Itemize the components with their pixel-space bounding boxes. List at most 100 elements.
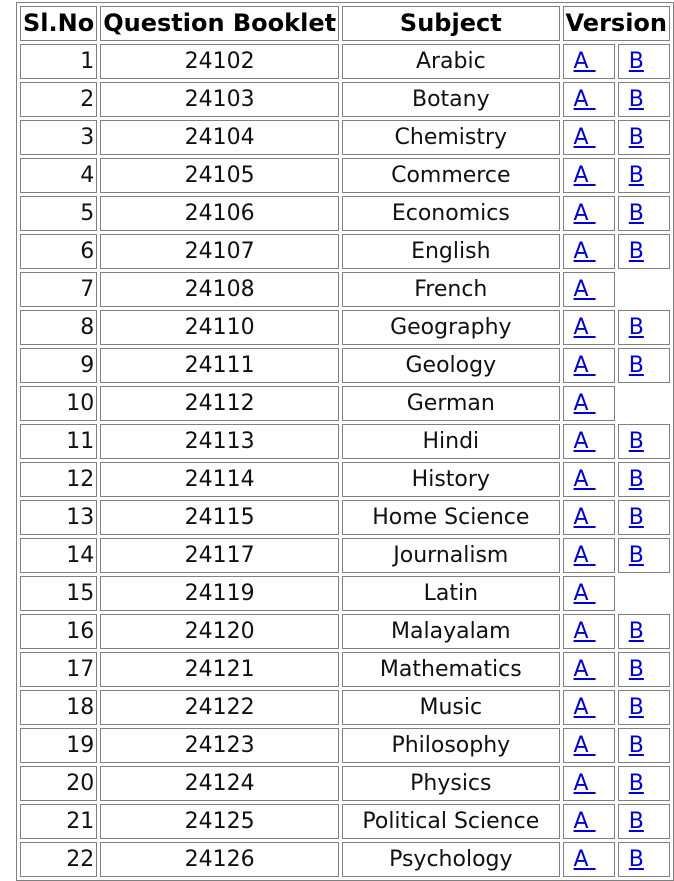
version-b-link[interactable]: B bbox=[629, 201, 644, 226]
version-a-link[interactable]: A bbox=[574, 429, 596, 454]
version-b-link[interactable]: B bbox=[629, 543, 644, 568]
version-a-link[interactable]: A bbox=[574, 163, 596, 188]
version-a-link[interactable]: A bbox=[574, 733, 596, 758]
version-a-link[interactable]: A bbox=[574, 49, 596, 74]
version-b-link[interactable]: B bbox=[629, 353, 644, 378]
subject-cell: Hindi bbox=[342, 424, 560, 459]
version-a-cell: A bbox=[562, 728, 615, 763]
sl-no-cell: 14 bbox=[20, 538, 98, 573]
version-b-link[interactable]: B bbox=[629, 163, 644, 188]
table-row: 9 24111 Geology A B bbox=[20, 348, 670, 383]
booklet-code-cell: 24112 bbox=[100, 386, 340, 421]
sl-no-cell: 5 bbox=[20, 196, 98, 231]
subject-cell: Commerce bbox=[342, 158, 560, 193]
version-b-empty-cell bbox=[618, 272, 670, 307]
subject-cell: Political Science bbox=[342, 804, 560, 839]
version-a-link[interactable]: A bbox=[574, 847, 596, 872]
table-row: 20 24124 Physics A B bbox=[20, 766, 670, 801]
sl-no-cell: 6 bbox=[20, 234, 98, 269]
version-a-cell: A bbox=[562, 120, 615, 155]
header-sl-no: Sl.No bbox=[20, 6, 98, 41]
version-a-link[interactable]: A bbox=[574, 87, 596, 112]
version-b-link[interactable]: B bbox=[629, 619, 644, 644]
sl-no-cell: 3 bbox=[20, 120, 98, 155]
version-a-cell: A bbox=[562, 766, 615, 801]
sl-no-cell: 20 bbox=[20, 766, 98, 801]
version-b-link[interactable]: B bbox=[629, 771, 644, 796]
version-b-cell: B bbox=[617, 804, 670, 839]
version-a-cell: A bbox=[562, 44, 615, 79]
version-b-cell: B bbox=[617, 728, 670, 763]
version-a-link[interactable]: A bbox=[574, 505, 596, 530]
version-a-link[interactable]: A bbox=[574, 771, 596, 796]
version-b-link[interactable]: B bbox=[629, 733, 644, 758]
version-b-cell: B bbox=[617, 690, 670, 725]
version-b-link[interactable]: B bbox=[629, 315, 644, 340]
subject-cell: Botany bbox=[342, 82, 560, 117]
booklet-code-cell: 24113 bbox=[100, 424, 340, 459]
version-a-link[interactable]: A bbox=[574, 467, 596, 492]
version-b-cell: B bbox=[617, 44, 670, 79]
version-b-link[interactable]: B bbox=[629, 125, 644, 150]
version-b-link[interactable]: B bbox=[629, 695, 644, 720]
version-a-link[interactable]: A bbox=[574, 543, 596, 568]
version-a-link[interactable]: A bbox=[574, 277, 596, 302]
version-b-cell: B bbox=[617, 462, 670, 497]
table-container: Sl.No Question Booklet Subject Version 1… bbox=[16, 2, 674, 881]
version-a-link[interactable]: A bbox=[574, 315, 596, 340]
subject-cell: Music bbox=[342, 690, 560, 725]
version-a-link[interactable]: A bbox=[574, 619, 596, 644]
subject-cell: Malayalam bbox=[342, 614, 560, 649]
question-booklet-table: Sl.No Question Booklet Subject Version 1… bbox=[16, 2, 674, 881]
subject-cell: Arabic bbox=[342, 44, 560, 79]
booklet-code-cell: 24122 bbox=[100, 690, 340, 725]
sl-no-cell: 13 bbox=[20, 500, 98, 535]
version-b-cell: B bbox=[617, 766, 670, 801]
booklet-code-cell: 24114 bbox=[100, 462, 340, 497]
sl-no-cell: 9 bbox=[20, 348, 98, 383]
header-question-booklet: Question Booklet bbox=[100, 6, 340, 41]
version-b-link[interactable]: B bbox=[629, 49, 644, 74]
table-row: 22 24126 Psychology A B bbox=[20, 842, 670, 877]
version-a-link[interactable]: A bbox=[574, 125, 596, 150]
version-b-link[interactable]: B bbox=[629, 429, 644, 454]
version-b-link[interactable]: B bbox=[629, 467, 644, 492]
version-a-link[interactable]: A bbox=[574, 657, 596, 682]
version-a-cell: A bbox=[562, 842, 615, 877]
version-a-cell: A bbox=[562, 424, 615, 459]
version-a-link[interactable]: A bbox=[574, 353, 596, 378]
version-a-link[interactable]: A bbox=[574, 695, 596, 720]
table-row: 6 24107 English A B bbox=[20, 234, 670, 269]
version-b-cell: B bbox=[617, 348, 670, 383]
booklet-code-cell: 24111 bbox=[100, 348, 340, 383]
booklet-code-cell: 24123 bbox=[100, 728, 340, 763]
subject-cell: Home Science bbox=[342, 500, 560, 535]
version-a-cell: A bbox=[562, 804, 615, 839]
version-b-cell: B bbox=[617, 842, 670, 877]
subject-cell: Mathematics bbox=[342, 652, 560, 687]
version-a-link[interactable]: A bbox=[574, 201, 596, 226]
version-b-link[interactable]: B bbox=[629, 847, 644, 872]
booklet-code-cell: 24107 bbox=[100, 234, 340, 269]
version-b-link[interactable]: B bbox=[629, 657, 644, 682]
version-a-link[interactable]: A bbox=[574, 239, 596, 264]
version-b-cell: B bbox=[617, 500, 670, 535]
version-b-link[interactable]: B bbox=[629, 809, 644, 834]
version-a-link[interactable]: A bbox=[574, 581, 596, 606]
booklet-code-cell: 24108 bbox=[100, 272, 340, 307]
version-a-cell: A bbox=[562, 614, 615, 649]
sl-no-cell: 8 bbox=[20, 310, 98, 345]
version-a-cell: A bbox=[562, 348, 615, 383]
sl-no-cell: 4 bbox=[20, 158, 98, 193]
booklet-code-cell: 24105 bbox=[100, 158, 340, 193]
sl-no-cell: 17 bbox=[20, 652, 98, 687]
version-b-link[interactable]: B bbox=[629, 239, 644, 264]
booklet-code-cell: 24117 bbox=[100, 538, 340, 573]
version-a-link[interactable]: A bbox=[574, 391, 596, 416]
table-row: 1 24102 Arabic A B bbox=[20, 44, 670, 79]
version-a-cell: A bbox=[562, 158, 615, 193]
version-a-link[interactable]: A bbox=[574, 809, 596, 834]
version-b-link[interactable]: B bbox=[629, 505, 644, 530]
version-b-link[interactable]: B bbox=[629, 87, 644, 112]
version-a-cell: A bbox=[562, 196, 615, 231]
